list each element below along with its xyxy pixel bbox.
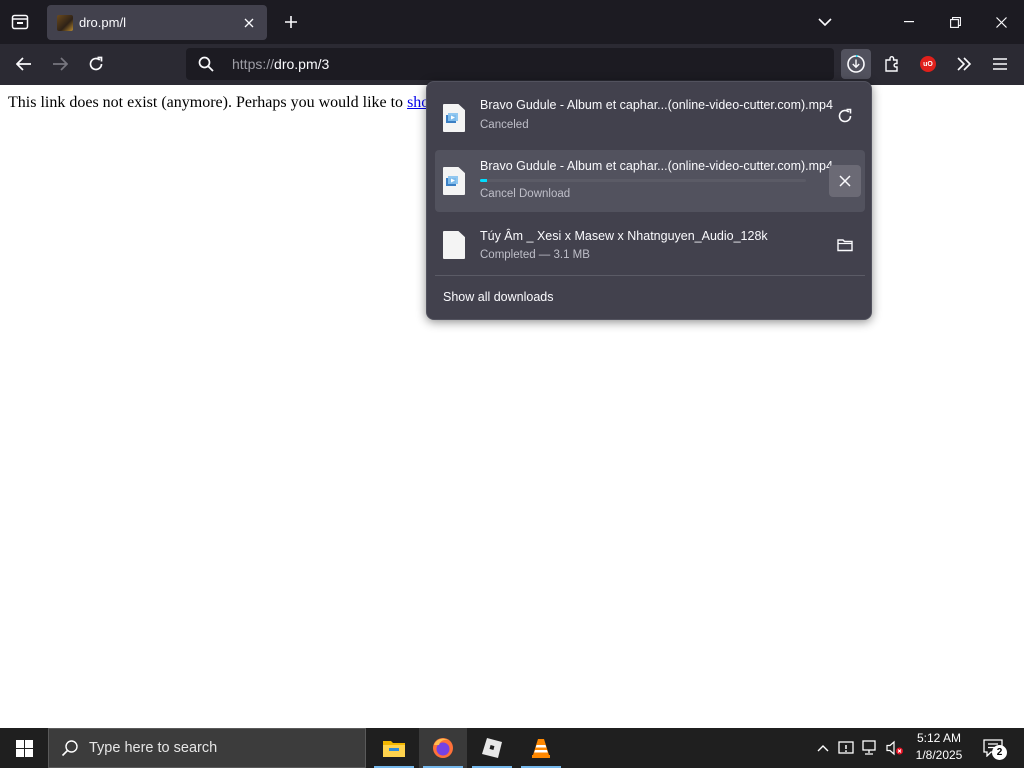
download-progress-fill [480,179,487,182]
navigation-toolbar: https://dro.pm/3 uO [0,44,1024,85]
download-item[interactable]: Bravo Gudule - Album et caphar...(online… [435,85,865,147]
download-progress-bar [480,179,806,182]
video-file-icon [443,104,465,132]
download-status: Canceled [480,119,529,131]
search-icon [61,740,78,757]
video-file-icon [443,167,465,195]
minimize-icon [904,21,914,23]
clock-time: 5:12 AM [916,731,962,745]
chevron-up-icon [817,745,829,752]
forward-button[interactable] [45,49,75,79]
plus-icon [285,16,297,28]
search-icon [186,56,226,72]
more-tools-button[interactable] [949,49,979,79]
app-menu-button[interactable] [985,49,1015,79]
extensions-button[interactable] [877,49,907,79]
tray-volume[interactable] [885,738,905,758]
cancel-icon [839,175,851,187]
show-hidden-icons-button[interactable] [813,738,833,758]
page-message: This link does not exist (anymore). Perh… [8,94,429,112]
reload-button[interactable] [81,49,111,79]
start-button[interactable] [0,728,48,768]
downloads-button[interactable] [841,49,871,79]
show-in-folder-button[interactable] [829,229,861,261]
show-all-downloads-link[interactable]: Show all downloads [443,290,554,304]
cancel-download-button[interactable] [829,165,861,197]
close-icon [995,16,1007,28]
roblox-icon [482,738,502,758]
firefox-icon [433,738,453,758]
tab-active[interactable]: dro.pm/l [47,5,267,40]
download-item-in-progress[interactable]: Bravo Gudule - Album et caphar...(online… [435,150,865,212]
chevron-down-icon [818,18,832,26]
chevrons-right-icon [957,57,972,71]
taskbar-vlc[interactable] [517,728,565,768]
file-icon [443,231,465,259]
notification-count-badge: 2 [992,745,1007,760]
downloads-progress-icon [847,55,865,73]
volume-muted-icon [886,740,903,756]
taskbar-clock[interactable]: 5:12 AM 1/8/2025 [908,730,970,766]
taskbar-firefox[interactable] [419,728,467,768]
downloads-panel: Bravo Gudule - Album et caphar...(online… [426,81,872,320]
list-all-tabs-button[interactable] [802,0,848,44]
download-filename: Bravo Gudule - Album et caphar...(online… [480,159,833,173]
firefox-view-button[interactable] [0,0,40,44]
minimize-button[interactable] [886,0,932,44]
url-scheme: https:// [232,56,275,72]
ublock-shield-icon: uO [920,56,936,72]
taskbar-roblox[interactable] [468,728,516,768]
vlc-icon [532,739,550,758]
close-icon [244,18,254,27]
download-filename: Bravo Gudule - Album et caphar...(online… [480,98,833,112]
tray-network[interactable] [861,738,881,758]
tab-strip: dro.pm/l [0,0,1024,44]
tab-close-button[interactable] [237,11,261,35]
panel-separator [435,275,865,276]
restore-button[interactable] [932,0,978,44]
ublock-origin-button[interactable]: uO [913,49,943,79]
url-bar[interactable]: https://dro.pm/3 [186,48,834,80]
windows-taskbar: Type here to search 5:12 AM 1/8/2025 2 [0,728,1024,768]
action-center-button[interactable]: 2 [978,734,1008,762]
site-favicon-icon [57,14,73,31]
retry-download-button[interactable] [829,100,861,132]
url-host-path: dro.pm/3 [274,56,330,72]
arrow-left-icon [16,57,31,71]
tray-battery-warning[interactable] [837,738,857,758]
download-status: Cancel Download [480,188,571,200]
windows-logo-icon [15,739,33,757]
file-explorer-icon [383,741,405,757]
hamburger-menu-icon [993,58,1007,70]
folder-icon [837,239,853,252]
download-status: Completed — 3.1 MB [480,249,590,261]
clock-date: 1/8/2025 [915,748,963,762]
not-found-text: This link does not exist (anymore). Perh… [8,94,408,111]
taskbar-file-explorer[interactable] [370,728,418,768]
firefox-view-icon [11,14,29,30]
download-filename: Túy Âm _ Xesi x Masew x Nhatnguyen_Audio… [480,229,768,243]
new-tab-button[interactable] [277,8,305,36]
taskbar-search-placeholder: Type here to search [89,740,218,756]
network-icon [862,740,876,755]
puzzle-icon [885,56,898,72]
reload-icon [89,56,103,71]
tab-title: dro.pm/l [79,15,126,30]
restore-icon [949,16,961,28]
back-button[interactable] [9,49,39,79]
device-alert-icon [838,741,854,754]
retry-icon [838,108,852,123]
arrow-right-icon [53,57,68,71]
download-item[interactable]: Túy Âm _ Xesi x Masew x Nhatnguyen_Audio… [435,215,865,273]
url-text[interactable]: https://dro.pm/3 [226,56,329,72]
taskbar-search-box[interactable]: Type here to search [48,728,366,768]
close-window-button[interactable] [978,0,1024,44]
